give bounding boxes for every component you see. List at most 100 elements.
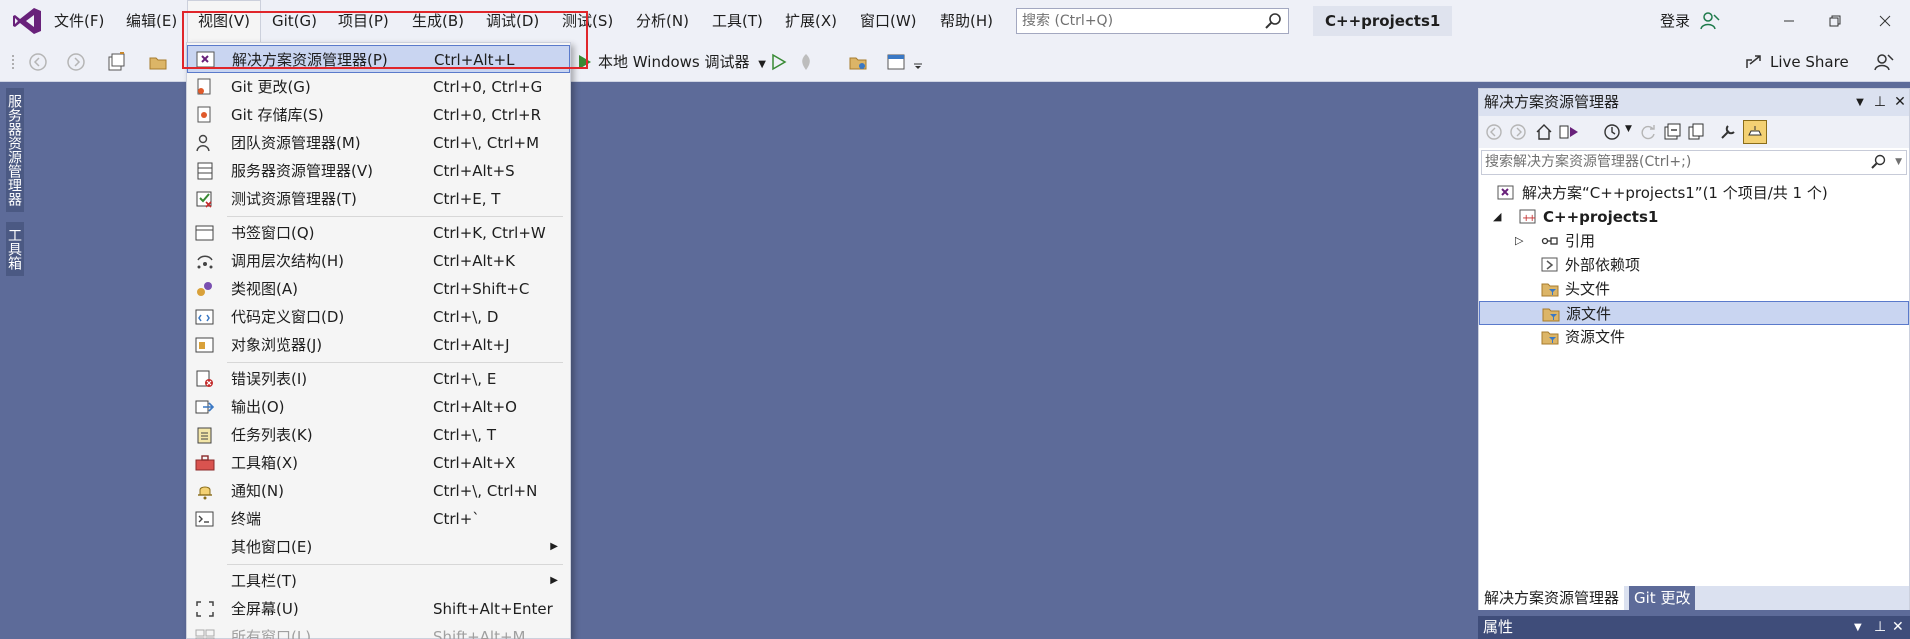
chevron-down-icon[interactable]: ▼: [1625, 124, 1632, 134]
solution-explorer-panel: 解决方案资源管理器 ▼ ⊥ ✕ ▼ 搜索解决方案资源管理器(Ctrl+;) ▼ …: [1478, 88, 1910, 610]
tab-toolbox[interactable]: 工具箱: [6, 222, 24, 276]
menu-item-call-hierarchy[interactable]: 调用层次结构(H) Ctrl+Alt+K: [187, 247, 570, 275]
menu-edit[interactable]: 编辑(E): [116, 0, 187, 42]
menu-item-task-list[interactable]: 任务列表(K) Ctrl+\, T: [187, 421, 570, 449]
menu-analyze[interactable]: 分析(N): [626, 0, 699, 42]
menu-debug[interactable]: 调试(D): [476, 0, 549, 42]
menu-item-other-windows[interactable]: 其他窗口(E) ▶: [187, 533, 570, 561]
search-icon[interactable]: [1870, 154, 1886, 170]
feedback-icon[interactable]: [1874, 52, 1894, 72]
menu-item-server-explorer[interactable]: 服务器资源管理器(V) Ctrl+Alt+S: [187, 157, 570, 185]
start-debug-icon[interactable]: [574, 52, 594, 72]
forward-icon[interactable]: [66, 52, 86, 72]
preview-icon: [1748, 126, 1762, 136]
account-icon[interactable]: [1700, 11, 1720, 31]
menu-extensions[interactable]: 扩展(X): [775, 0, 847, 42]
menu-item-label: 其他窗口(E): [231, 538, 313, 556]
menu-file[interactable]: 文件(F): [44, 0, 114, 42]
menu-view[interactable]: 视图(V): [187, 0, 261, 42]
menu-item-error-list[interactable]: 错误列表(I) Ctrl+\, E: [187, 365, 570, 393]
collapse-all-icon[interactable]: [1663, 123, 1681, 141]
menu-item-label: 工具箱(X): [231, 454, 298, 472]
tree-item-source-files[interactable]: 源文件: [1479, 301, 1909, 325]
menu-item-terminal[interactable]: 终端 Ctrl+`: [187, 505, 570, 533]
signin-link[interactable]: 登录: [1660, 0, 1690, 42]
back-icon[interactable]: [28, 52, 48, 72]
menu-project[interactable]: 项目(P): [328, 0, 399, 42]
properties-wrench-icon[interactable]: [1719, 123, 1737, 141]
solution-explorer-tabs: 解决方案资源管理器 Git 更改: [1479, 586, 1909, 610]
close-button[interactable]: [1862, 0, 1908, 42]
menu-test[interactable]: 测试(S): [552, 0, 623, 42]
menu-item-shortcut: Ctrl+`: [433, 510, 480, 528]
home-icon[interactable]: [1535, 123, 1553, 141]
menu-item-test-explorer[interactable]: 测试资源管理器(T) Ctrl+E, T: [187, 185, 570, 213]
window-layout-icon[interactable]: [886, 52, 906, 72]
start-without-debug-icon[interactable]: [768, 52, 788, 72]
search-placeholder: 搜索解决方案资源管理器(Ctrl+;): [1485, 154, 1692, 170]
tree-item-solution[interactable]: 解决方案“C++projects1”(1 个项目/共 1 个): [1479, 181, 1909, 205]
menu-item-notifications[interactable]: 通知(N) Ctrl+\, Ctrl+N: [187, 477, 570, 505]
toolbar-overflow-icon[interactable]: [912, 52, 924, 72]
solution-search-input[interactable]: 搜索解决方案资源管理器(Ctrl+;) ▼: [1481, 150, 1907, 175]
tree-item-resource-files[interactable]: 资源文件: [1479, 325, 1909, 349]
menu-item-git-repository[interactable]: Git 存储库(S) Ctrl+0, Ctrl+R: [187, 101, 570, 129]
menu-separator: [227, 216, 563, 217]
menu-item-toolbox[interactable]: 工具箱(X) Ctrl+Alt+X: [187, 449, 570, 477]
menu-item-team-explorer[interactable]: 团队资源管理器(M) Ctrl+\, Ctrl+M: [187, 129, 570, 157]
close-icon[interactable]: ✕: [1891, 89, 1909, 116]
tree-item-references[interactable]: ▷ 引用: [1479, 229, 1909, 253]
menu-item-solution-explorer[interactable]: 解决方案资源管理器(P) Ctrl+Alt+L: [187, 45, 570, 73]
tab-solution-explorer[interactable]: 解决方案资源管理器: [1479, 586, 1625, 610]
menu-window[interactable]: 窗口(W): [850, 0, 927, 42]
search-input[interactable]: 搜索 (Ctrl+Q): [1016, 8, 1289, 34]
tree-item-header-files[interactable]: 头文件: [1479, 277, 1909, 301]
tree-item-project[interactable]: ◢ + + C++projects1: [1479, 205, 1909, 229]
panel-dropdown-icon[interactable]: ▼: [1854, 616, 1862, 639]
menu-build[interactable]: 生成(B): [402, 0, 474, 42]
minimize-button[interactable]: [1766, 0, 1812, 42]
tab-git-changes[interactable]: Git 更改: [1629, 586, 1696, 610]
debug-target-dropdown[interactable]: 本地 Windows 调试器 ▼: [598, 42, 766, 85]
history-icon[interactable]: [1603, 123, 1621, 141]
refresh-icon[interactable]: [1639, 123, 1657, 141]
new-project-icon[interactable]: [106, 52, 126, 72]
visual-studio-logo-icon: [13, 8, 41, 34]
panel-dropdown-icon[interactable]: ▼: [1851, 89, 1869, 116]
error-list-icon: [196, 370, 213, 387]
menu-item-class-view[interactable]: 类视图(A) Ctrl+Shift+C: [187, 275, 570, 303]
hot-reload-icon[interactable]: [796, 52, 816, 72]
tab-server-explorer[interactable]: 服务器资源管理器: [6, 88, 24, 212]
menu-item-all-windows[interactable]: 所有窗口(L) Shift+Alt+M: [187, 623, 570, 639]
menu-item-code-definition[interactable]: 代码定义窗口(D) Ctrl+\, D: [187, 303, 570, 331]
chevron-down-icon[interactable]: ▼: [1895, 151, 1902, 174]
menu-item-shortcut: Ctrl+Alt+J: [433, 336, 510, 354]
pin-icon[interactable]: ⊥: [1871, 89, 1889, 116]
svg-text:+: +: [1528, 213, 1536, 224]
preview-selected-toggle[interactable]: [1743, 120, 1767, 144]
restore-button[interactable]: [1812, 0, 1858, 42]
show-all-files-icon[interactable]: [1687, 123, 1705, 141]
menu-item-fullscreen[interactable]: 全屏幕(U) Shift+Alt+Enter: [187, 595, 570, 623]
live-share-icon[interactable]: [1744, 52, 1764, 72]
expand-arrow-icon[interactable]: ▷: [1515, 229, 1523, 253]
menu-item-bookmarks[interactable]: 书签窗口(Q) Ctrl+K, Ctrl+W: [187, 219, 570, 247]
folder-view-icon[interactable]: [848, 52, 868, 72]
forward-icon[interactable]: [1509, 123, 1527, 141]
expand-arrow-icon[interactable]: ◢: [1493, 205, 1501, 229]
menu-git[interactable]: Git(G): [262, 0, 327, 42]
close-icon[interactable]: ✕: [1892, 616, 1904, 639]
open-folder-icon[interactable]: [148, 52, 168, 72]
menu-help[interactable]: 帮助(H): [930, 0, 1003, 42]
switch-views-icon[interactable]: [1559, 123, 1579, 141]
tree-item-external-deps[interactable]: 外部依赖项: [1479, 253, 1909, 277]
tree-item-label: 解决方案“C++projects1”(1 个项目/共 1 个): [1522, 184, 1828, 202]
back-icon[interactable]: [1485, 123, 1503, 141]
pin-icon[interactable]: ⊥: [1874, 616, 1886, 639]
menu-item-output[interactable]: 输出(O) Ctrl+Alt+O: [187, 393, 570, 421]
menu-item-object-browser[interactable]: 对象浏览器(J) Ctrl+Alt+J: [187, 331, 570, 359]
menu-item-toolbars[interactable]: 工具栏(T) ▶: [187, 567, 570, 595]
menu-tools[interactable]: 工具(T): [702, 0, 773, 42]
live-share-button[interactable]: Live Share: [1770, 42, 1849, 82]
menu-item-git-changes[interactable]: Git 更改(G) Ctrl+0, Ctrl+G: [187, 73, 570, 101]
